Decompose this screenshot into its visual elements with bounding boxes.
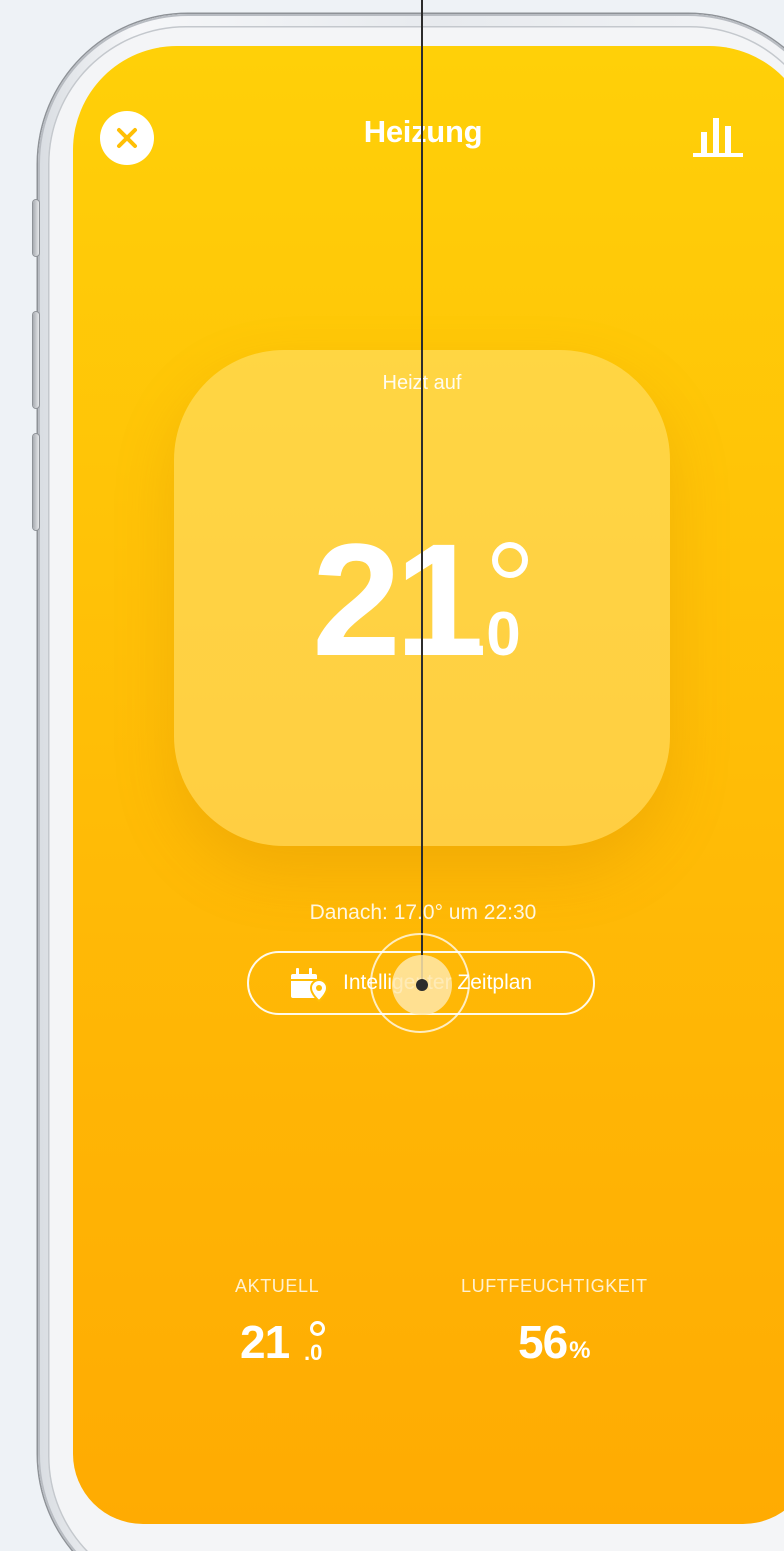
phone-mute-switch	[33, 200, 39, 256]
current-temperature-decimal: .0	[304, 1340, 323, 1365]
target-temperature-decimal: .0	[470, 600, 521, 669]
humidity-label: LUFTFEUCHTIGKEIT	[461, 1276, 648, 1296]
humidity-unit: %	[569, 1337, 591, 1364]
humidity-number: 56	[518, 1316, 568, 1368]
phone-volume-down	[33, 434, 39, 530]
degree-icon	[492, 542, 528, 578]
touch-indicator-line	[421, 0, 423, 985]
current-temperature-integer: 21	[240, 1316, 290, 1368]
target-temperature-integer: 21	[312, 510, 484, 689]
bar-chart-icon	[693, 118, 743, 157]
calendar-location-icon	[291, 968, 329, 1002]
page-title: Heizung	[73, 114, 773, 150]
next-schedule-info: Danach: 17.0° um 22:30	[309, 901, 537, 924]
statistics-button[interactable]	[691, 114, 745, 158]
page: Heizung Heizt auf 21 .0 Danach: 17.0° um…	[0, 0, 784, 1551]
phone-volume-up	[33, 312, 39, 408]
humidity-value: 56%	[518, 1314, 591, 1382]
app-screen: Heizung Heizt auf 21 .0 Danach: 17.0° um…	[73, 46, 784, 1524]
current-temperature-label: AKTUELL	[235, 1276, 320, 1296]
current-temperature: 21 .0	[240, 1314, 330, 1370]
touch-indicator-dot	[416, 979, 428, 991]
degree-icon	[310, 1321, 325, 1336]
